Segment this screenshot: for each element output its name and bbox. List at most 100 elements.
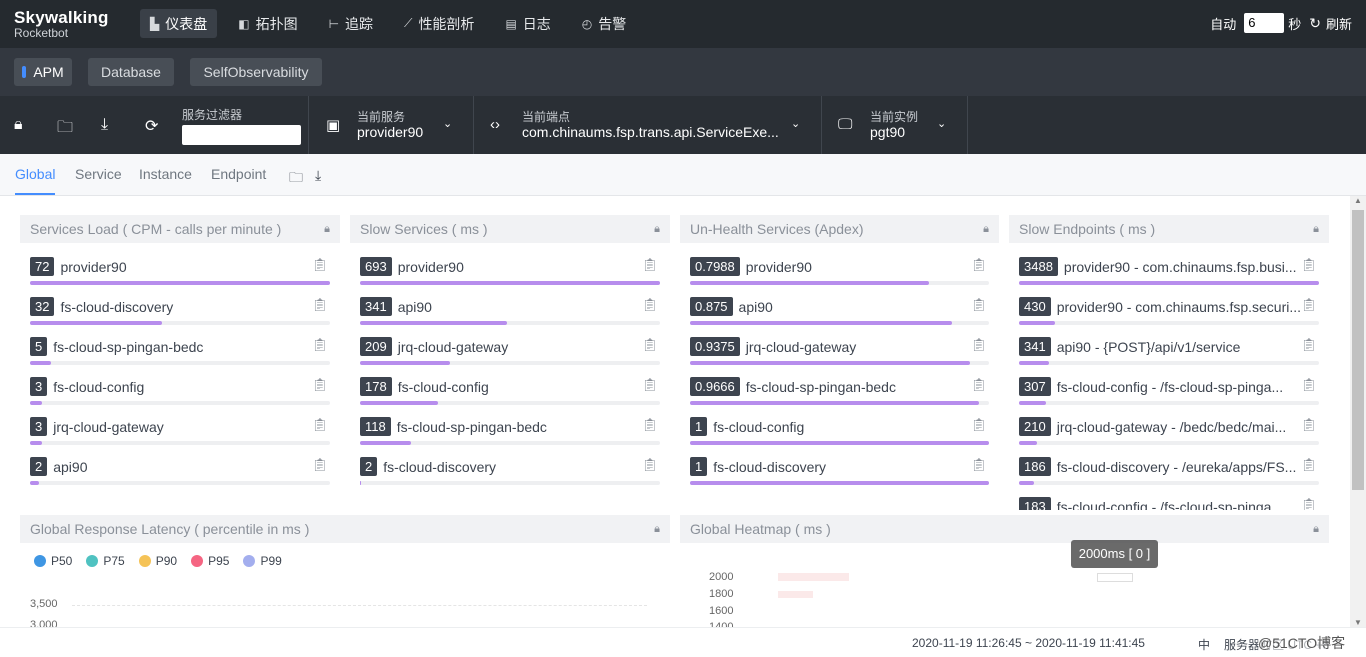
list-item[interactable]: 183 fs-cloud-config - /fs-cloud-sp-pinga.… xyxy=(1019,497,1319,510)
list-item[interactable]: 178 fs-cloud-config 📋︎ xyxy=(360,377,660,409)
copy-icon[interactable]: 📋︎ xyxy=(970,337,987,353)
copy-icon[interactable]: 📋︎ xyxy=(641,417,658,433)
list-item[interactable]: 186 fs-cloud-discovery - /eureka/apps/FS.… xyxy=(1019,457,1319,489)
language-toggle[interactable]: 中 xyxy=(1198,636,1210,653)
nav-topology[interactable]: ◧ 拓扑图 xyxy=(228,9,307,38)
nav-profile[interactable]: ⟋ 性能剖析 xyxy=(394,9,484,38)
list-item[interactable]: 2 api90 📋︎ xyxy=(30,457,330,489)
copy-icon[interactable]: 📋︎ xyxy=(641,297,658,313)
tab-service[interactable]: Service xyxy=(75,166,122,182)
list-item[interactable]: 5 fs-cloud-sp-pingan-bedc 📋︎ xyxy=(30,337,330,369)
copy-icon[interactable]: 📋︎ xyxy=(311,297,328,313)
scroll-down-icon[interactable]: ▼ xyxy=(1354,618,1362,627)
legend-p75[interactable]: P75 xyxy=(86,554,125,568)
list-item[interactable]: 341 api90 📋︎ xyxy=(360,297,660,329)
tab-endpoint[interactable]: Endpoint xyxy=(211,166,266,182)
scroll-up-icon[interactable]: ▲ xyxy=(1354,196,1362,205)
list-item[interactable]: 72 provider90 📋︎ xyxy=(30,257,330,289)
time-range[interactable]: 2020-11-19 11:26:45 ~ 2020-11-19 11:41:4… xyxy=(912,636,1145,650)
lock-icon[interactable]: 🔒︎ xyxy=(14,116,23,134)
legend-p99[interactable]: P99 xyxy=(243,554,282,568)
list-item[interactable]: 3 fs-cloud-config 📋︎ xyxy=(30,377,330,409)
list-item[interactable]: 341 api90 - {POST}/api/v1/service 📋︎ xyxy=(1019,337,1319,369)
tab-database[interactable]: Database xyxy=(88,58,174,86)
copy-icon[interactable]: 📋︎ xyxy=(311,257,328,273)
copy-icon[interactable]: 📋︎ xyxy=(1300,257,1317,273)
list-item[interactable]: 118 fs-cloud-sp-pingan-bedc 📋︎ xyxy=(360,417,660,449)
list-item[interactable]: 1 fs-cloud-discovery 📋︎ xyxy=(690,457,989,489)
nav-dashboard[interactable]: ▙ 仪表盘 xyxy=(140,9,218,38)
tab-instance[interactable]: Instance xyxy=(139,166,192,182)
copy-icon[interactable]: 📋︎ xyxy=(1300,497,1317,510)
copy-icon[interactable]: 📋︎ xyxy=(1300,457,1317,473)
list-item[interactable]: 307 fs-cloud-config - /fs-cloud-sp-pinga.… xyxy=(1019,377,1319,409)
list-item[interactable]: 3488 provider90 - com.chinaums.fsp.busi..… xyxy=(1019,257,1319,289)
refresh-interval-input[interactable]: 6 xyxy=(1244,13,1285,33)
refresh-button[interactable]: ↻ 刷新 xyxy=(1309,14,1352,33)
copy-icon[interactable]: 📋︎ xyxy=(641,257,658,273)
nav-trace[interactable]: ⊢ 追踪 xyxy=(319,9,383,38)
page-scrollbar[interactable]: ▲ ▼ xyxy=(1350,196,1366,627)
copy-icon[interactable]: 📋︎ xyxy=(970,377,987,393)
list-item[interactable]: 693 provider90 📋︎ xyxy=(360,257,660,289)
tab-apm[interactable]: APM xyxy=(14,58,72,86)
copy-icon[interactable]: 📋︎ xyxy=(970,297,987,313)
copy-icon[interactable]: 📋︎ xyxy=(641,377,658,393)
copy-icon[interactable]: 📋︎ xyxy=(641,457,658,473)
instance-selector[interactable]: 🖵 当前实例 pgt90 ⌄ xyxy=(821,96,968,154)
nav-alarm[interactable]: ◴ 告警 xyxy=(572,9,636,38)
lock-icon[interactable]: 🔒︎ xyxy=(983,215,989,243)
list-item[interactable]: 2 fs-cloud-discovery 📋︎ xyxy=(360,457,660,489)
copy-icon[interactable]: 📋︎ xyxy=(970,257,987,273)
list-item[interactable]: 430 provider90 - com.chinaums.fsp.securi.… xyxy=(1019,297,1319,329)
copy-icon[interactable]: 📋︎ xyxy=(641,337,658,353)
tab-selfobservability-label: SelfObservability xyxy=(203,64,309,80)
scrollbar-thumb[interactable] xyxy=(1352,210,1364,490)
auto-refresh-toggle[interactable]: 自动 xyxy=(1210,14,1236,33)
download-icon[interactable]: ⤓ xyxy=(315,167,321,184)
copy-icon[interactable]: 📋︎ xyxy=(311,337,328,353)
copy-icon[interactable]: 📋︎ xyxy=(1300,297,1317,313)
lock-icon[interactable]: 🔒︎ xyxy=(324,215,330,243)
folder-icon[interactable]: 🗀 xyxy=(57,116,73,143)
service-filter-input[interactable] xyxy=(182,125,301,145)
download-icon[interactable]: ⤓ xyxy=(101,116,108,134)
y-tick: 3,500 xyxy=(30,598,58,610)
service-selector[interactable]: ▣ 当前服务 provider90 ⌄ xyxy=(308,96,473,154)
folder-icon[interactable]: 🗀 xyxy=(289,167,303,191)
copy-icon[interactable]: 📋︎ xyxy=(311,417,328,433)
list-item[interactable]: 0.9666 fs-cloud-sp-pingan-bedc 📋︎ xyxy=(690,377,989,409)
lock-icon[interactable]: 🔒︎ xyxy=(1313,515,1319,543)
value-bar-track xyxy=(30,481,330,485)
heatmap-cell[interactable] xyxy=(778,591,813,598)
legend-p95[interactable]: P95 xyxy=(191,554,229,568)
list-item[interactable]: 209 jrq-cloud-gateway 📋︎ xyxy=(360,337,660,369)
copy-icon[interactable]: 📋︎ xyxy=(311,457,328,473)
endpoint-selector[interactable]: ‹› 当前端点 com.chinaums.fsp.trans.api.Servi… xyxy=(473,96,821,154)
copy-icon[interactable]: 📋︎ xyxy=(1300,337,1317,353)
copy-icon[interactable]: 📋︎ xyxy=(970,417,987,433)
list-item[interactable]: 0.9375 jrq-cloud-gateway 📋︎ xyxy=(690,337,989,369)
copy-icon[interactable]: 📋︎ xyxy=(970,457,987,473)
list-item[interactable]: 1 fs-cloud-config 📋︎ xyxy=(690,417,989,449)
copy-icon[interactable]: 📋︎ xyxy=(1300,377,1317,393)
nav-log[interactable]: ▤ 日志 xyxy=(495,9,560,38)
copy-icon[interactable]: 📋︎ xyxy=(1300,417,1317,433)
lock-icon[interactable]: 🔒︎ xyxy=(654,515,660,543)
list-item[interactable]: 0.875 api90 📋︎ xyxy=(690,297,989,329)
list-item[interactable]: 0.7988 provider90 📋︎ xyxy=(690,257,989,289)
tab-global[interactable]: Global xyxy=(15,166,56,195)
lock-icon[interactable]: 🔒︎ xyxy=(1313,215,1319,243)
list-item[interactable]: 210 jrq-cloud-gateway - /bedc/bedc/mai...… xyxy=(1019,417,1319,449)
tab-selfobservability[interactable]: SelfObservability xyxy=(190,58,322,86)
heatmap-cell[interactable] xyxy=(778,573,849,581)
legend-p50[interactable]: P50 xyxy=(34,554,72,568)
list-item[interactable]: 32 fs-cloud-discovery 📋︎ xyxy=(30,297,330,329)
legend-p90[interactable]: P90 xyxy=(138,554,177,568)
panel-title: Global Response Latency ( percentile in … xyxy=(20,515,670,543)
logo[interactable]: Skywalking Rocketbot xyxy=(14,8,114,40)
reload-icon[interactable]: ⟳ xyxy=(145,116,158,136)
list-item[interactable]: 3 jrq-cloud-gateway 📋︎ xyxy=(30,417,330,449)
copy-icon[interactable]: 📋︎ xyxy=(311,377,328,393)
lock-icon[interactable]: 🔒︎ xyxy=(654,215,660,243)
